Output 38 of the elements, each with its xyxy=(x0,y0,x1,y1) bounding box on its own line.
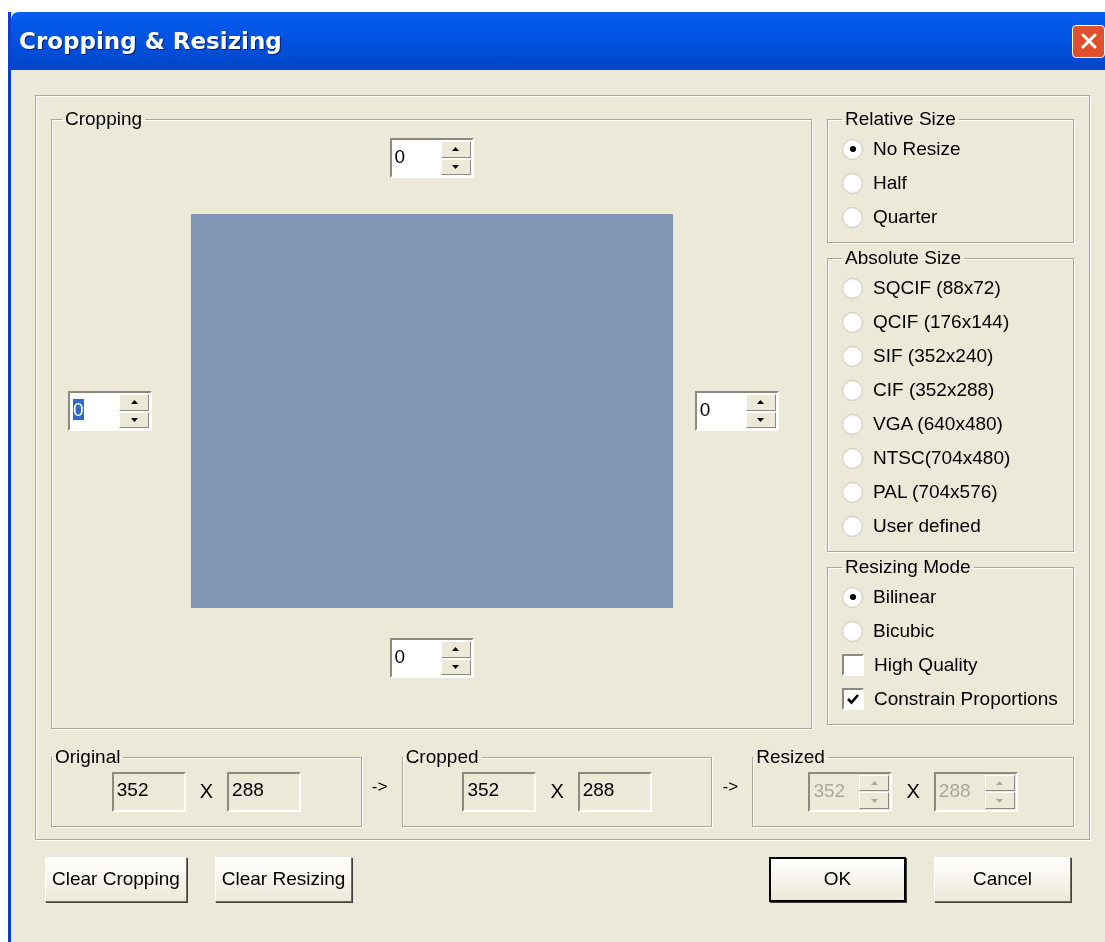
close-button[interactable] xyxy=(1072,24,1105,58)
group-label: Cropping xyxy=(64,108,144,130)
radio-option[interactable]: SQCIF (88x72) xyxy=(842,271,1063,305)
readonly-field: 288 xyxy=(577,771,652,812)
radio-option[interactable]: Bilinear xyxy=(842,580,1063,614)
checkbox-option[interactable]: High Quality xyxy=(842,648,1063,682)
radio-option[interactable]: User defined xyxy=(842,509,1063,543)
window-title: Cropping & Resizing xyxy=(19,28,282,54)
action-button[interactable]: Cancel xyxy=(934,856,1071,902)
group-label: Original xyxy=(54,747,122,768)
readonly-field: 288 xyxy=(227,771,302,812)
radio-option[interactable]: CIF (352x288) xyxy=(842,373,1063,407)
arrow-text: -> xyxy=(371,776,389,797)
radio-option[interactable]: QCIF (176x144) xyxy=(842,305,1063,339)
radio-option[interactable]: SIF (352x240) xyxy=(842,339,1063,373)
group-label: Resizing Mode xyxy=(844,556,972,578)
group-label: Absolute Size xyxy=(844,247,963,269)
times-sign: X xyxy=(906,780,920,804)
radio-option[interactable]: Quarter xyxy=(842,200,1063,234)
radio-option[interactable]: Half xyxy=(842,166,1063,200)
close-icon xyxy=(1079,32,1098,50)
arrow-text: -> xyxy=(722,776,740,797)
readonly-field: 352 xyxy=(462,771,537,812)
radio-option[interactable]: VGA (640x480) xyxy=(842,407,1063,441)
times-sign: X xyxy=(199,780,214,804)
radio-option[interactable]: Bicubic xyxy=(842,614,1063,648)
action-button[interactable]: Clear Cropping xyxy=(45,856,187,902)
group-label: Relative Size xyxy=(844,108,957,130)
action-button[interactable]: OK xyxy=(769,856,906,902)
group-label: Cropped xyxy=(404,747,480,768)
radio-option[interactable]: NTSC(704x480) xyxy=(842,441,1063,475)
readonly-field: 352 xyxy=(111,771,186,812)
group-label: Resized xyxy=(755,747,826,768)
radio-option[interactable]: PAL (704x576) xyxy=(842,475,1063,509)
action-button[interactable]: Clear Resizing xyxy=(214,856,353,902)
times-sign: X xyxy=(550,780,564,804)
checkbox-option[interactable]: Constrain Proportions xyxy=(842,682,1063,716)
radio-option[interactable]: No Resize xyxy=(842,132,1063,166)
